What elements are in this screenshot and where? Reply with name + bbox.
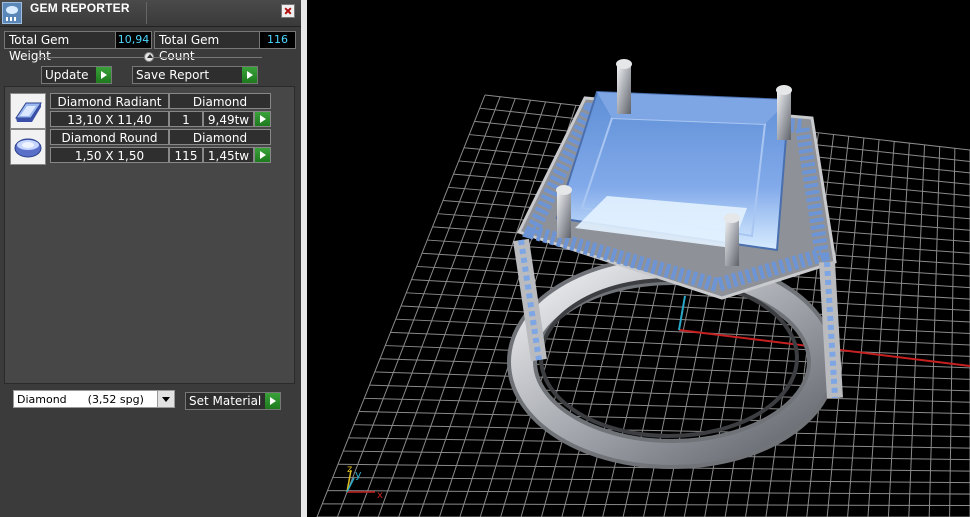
viewport-canvas: x z y (316, 59, 970, 517)
window-title: GEM REPORTER (30, 1, 130, 15)
set-material-button[interactable]: Set Material (185, 392, 281, 410)
gem-row-diamond-radiant[interactable]: Diamond Radiant Diamond 13,10 X 11,40 1 … (10, 93, 271, 129)
collapse-up-icon[interactable] (144, 52, 154, 62)
gem-name: Diamond Radiant (50, 93, 169, 109)
update-button-label: Update (45, 68, 89, 82)
ring-model (507, 59, 843, 469)
chevron-down-icon[interactable] (157, 391, 174, 407)
title-divider (146, 2, 147, 24)
gem-row-diamond-round[interactable]: Diamond Round Diamond 1,50 X 1,50 115 1,… (10, 129, 271, 165)
close-icon[interactable] (281, 4, 295, 18)
gem-weight: 9,49tw (203, 111, 254, 127)
select-gem-button[interactable] (254, 147, 271, 163)
material-select-value: Diamond (3,52 spg) (17, 393, 144, 406)
update-button[interactable]: Update (41, 66, 112, 84)
axis-label-z: z (347, 464, 352, 475)
play-arrow-icon (96, 67, 111, 83)
play-arrow-icon (265, 393, 280, 409)
round-cut-gem-icon (10, 129, 46, 165)
axis-gizmo: x z y (346, 464, 383, 501)
save-report-button[interactable]: Save Report (132, 66, 258, 84)
gem-list: Diamond Radiant Diamond 13,10 X 11,40 1 … (4, 86, 295, 384)
gem-material: Diamond (169, 93, 271, 109)
set-material-button-label: Set Material (189, 394, 262, 408)
total-gem-count-value: 116 (259, 31, 296, 49)
gem-reporter-icon (2, 2, 22, 24)
radiant-cut-gem-icon (10, 93, 46, 129)
3d-viewport[interactable]: x z y (307, 0, 970, 517)
gem-material: Diamond (169, 129, 271, 145)
gem-count: 115 (169, 147, 203, 163)
gem-size: 13,10 X 11,40 (50, 111, 169, 127)
gem-size: 1,50 X 1,50 (50, 147, 169, 163)
axis-label-x: x (377, 490, 383, 501)
title-bar: GEM REPORTER (0, 0, 301, 27)
save-report-button-label: Save Report (136, 68, 210, 82)
axis-label-y: y (355, 468, 362, 481)
material-select[interactable]: Diamond (3,52 spg) (13, 390, 175, 408)
total-gem-count-label: Total Gem Count (154, 31, 261, 63)
gem-reporter-panel: GEM REPORTER Total Gem Weight 10,94 Tota… (0, 0, 301, 517)
total-gem-weight-value: 10,94 (115, 31, 152, 49)
gem-name: Diamond Round (50, 129, 169, 145)
play-arrow-icon (242, 67, 257, 83)
select-gem-button[interactable] (254, 111, 271, 127)
gem-count: 1 (169, 111, 203, 127)
total-gem-weight-label: Total Gem Weight (4, 31, 117, 63)
gem-weight: 1,45tw (203, 147, 254, 163)
